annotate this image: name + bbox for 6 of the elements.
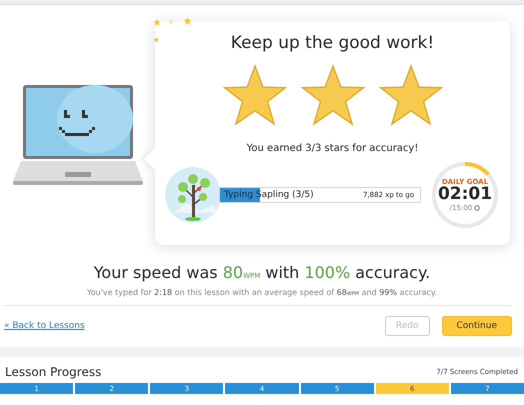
stars-earned-text: You earned 3/3 stars for accuracy!: [246, 143, 418, 154]
continue-button[interactable]: Continue: [442, 316, 512, 336]
goal-timer: 02:01: [438, 186, 492, 204]
card-title: Keep up the good work!: [230, 33, 434, 53]
lesson-progress-title: Lesson Progress: [5, 365, 102, 379]
back-to-lessons-link[interactable]: « Back to Lessons: [4, 321, 85, 331]
